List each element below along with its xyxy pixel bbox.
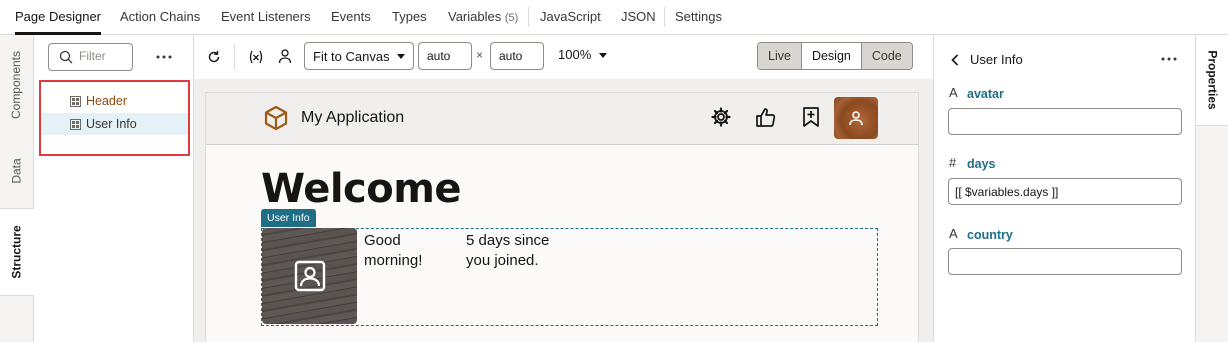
fit-select-value: Fit to Canvas <box>313 48 390 64</box>
tab-properties-label: Properties <box>1205 50 1220 110</box>
top-tab-bar: Page Designer Action Chains Event Listen… <box>0 0 1228 35</box>
toolbar-divider <box>234 44 235 70</box>
user-placeholder-icon <box>294 260 325 292</box>
tab-action-chains[interactable]: Action Chains <box>120 0 200 34</box>
tab-components-label: Components <box>9 50 24 120</box>
header-avatar[interactable] <box>834 97 878 139</box>
prop-label-country: country <box>967 228 1013 242</box>
tab-javascript[interactable]: JavaScript <box>540 0 601 34</box>
tab-divider <box>528 7 529 27</box>
height-input[interactable] <box>490 42 544 70</box>
tab-variables-count: (5) <box>504 12 519 24</box>
times-sign: × <box>476 48 484 62</box>
tab-variables-label: Variables <box>448 9 502 24</box>
refresh-icon[interactable] <box>207 50 221 64</box>
bookmark-add-icon[interactable] <box>801 106 821 128</box>
tab-page-designer[interactable]: Page Designer <box>15 0 101 35</box>
tab-data-label: Data <box>9 158 24 184</box>
cube-logo-icon <box>264 105 288 131</box>
chevron-left-icon[interactable] <box>951 54 959 66</box>
greeting-text: Good morning! <box>364 232 423 269</box>
tab-events[interactable]: Events <box>331 0 371 34</box>
tab-structure[interactable]: Structure <box>0 208 34 296</box>
user-avatar <box>262 228 357 324</box>
user-icon[interactable] <box>278 48 292 64</box>
text-type-icon: A <box>949 85 958 100</box>
tab-variables[interactable]: Variables (5) <box>448 0 518 34</box>
gear-icon[interactable] <box>710 106 732 128</box>
zoom-select[interactable]: 100% <box>558 47 591 62</box>
width-input[interactable] <box>418 42 472 70</box>
mode-code-button[interactable]: Code <box>861 43 912 69</box>
left-side-rail: Components Data Structure <box>0 35 34 342</box>
tab-divider <box>664 7 665 27</box>
more-options-icon[interactable] <box>156 55 172 59</box>
avatar-input[interactable] <box>948 108 1182 135</box>
more-options-icon[interactable] <box>1161 57 1177 61</box>
tab-structure-label: Structure <box>10 225 24 279</box>
user-icon <box>849 111 863 126</box>
filter-input[interactable] <box>79 49 127 63</box>
properties-title: User Info <box>970 52 1023 67</box>
highlight-box <box>39 80 190 156</box>
chevron-down-icon <box>397 54 405 59</box>
tab-properties[interactable]: Properties <box>1196 35 1228 126</box>
thumbs-up-icon[interactable] <box>755 106 777 128</box>
variable-icon[interactable] <box>248 49 264 65</box>
tab-settings[interactable]: Settings <box>675 0 722 34</box>
prop-label-avatar: avatar <box>967 87 1004 101</box>
app-header[interactable]: My Application <box>206 93 918 145</box>
text-type-icon: A <box>949 226 958 241</box>
mode-toggle: Live Design Code <box>757 42 913 70</box>
country-input[interactable] <box>948 248 1182 275</box>
tab-data[interactable]: Data <box>0 135 33 207</box>
tab-components[interactable]: Components <box>0 35 33 135</box>
canvas-toolbar: Fit to Canvas × 100% Live Design Code <box>194 35 933 79</box>
tab-types[interactable]: Types <box>392 0 427 34</box>
properties-panel: User Info A avatar # days A country <box>933 35 1196 342</box>
app-title: My Application <box>301 109 405 126</box>
chevron-down-icon[interactable] <box>599 53 607 58</box>
number-type-icon: # <box>949 155 957 170</box>
days-since-text: 5 days since you joined. <box>466 232 550 269</box>
filter-field[interactable] <box>48 43 133 71</box>
prop-label-days: days <box>967 157 996 171</box>
search-icon <box>59 50 73 64</box>
right-side-rail: Properties <box>1195 35 1228 342</box>
days-input[interactable] <box>948 178 1182 205</box>
tab-json[interactable]: JSON <box>621 0 656 34</box>
fit-select[interactable]: Fit to Canvas <box>304 42 414 70</box>
component-tag[interactable]: User Info <box>261 209 316 227</box>
tab-event-listeners[interactable]: Event Listeners <box>221 0 311 34</box>
mode-design-button[interactable]: Design <box>801 43 862 69</box>
welcome-heading: Welcome <box>261 166 462 212</box>
mode-live-button[interactable]: Live <box>758 43 802 69</box>
